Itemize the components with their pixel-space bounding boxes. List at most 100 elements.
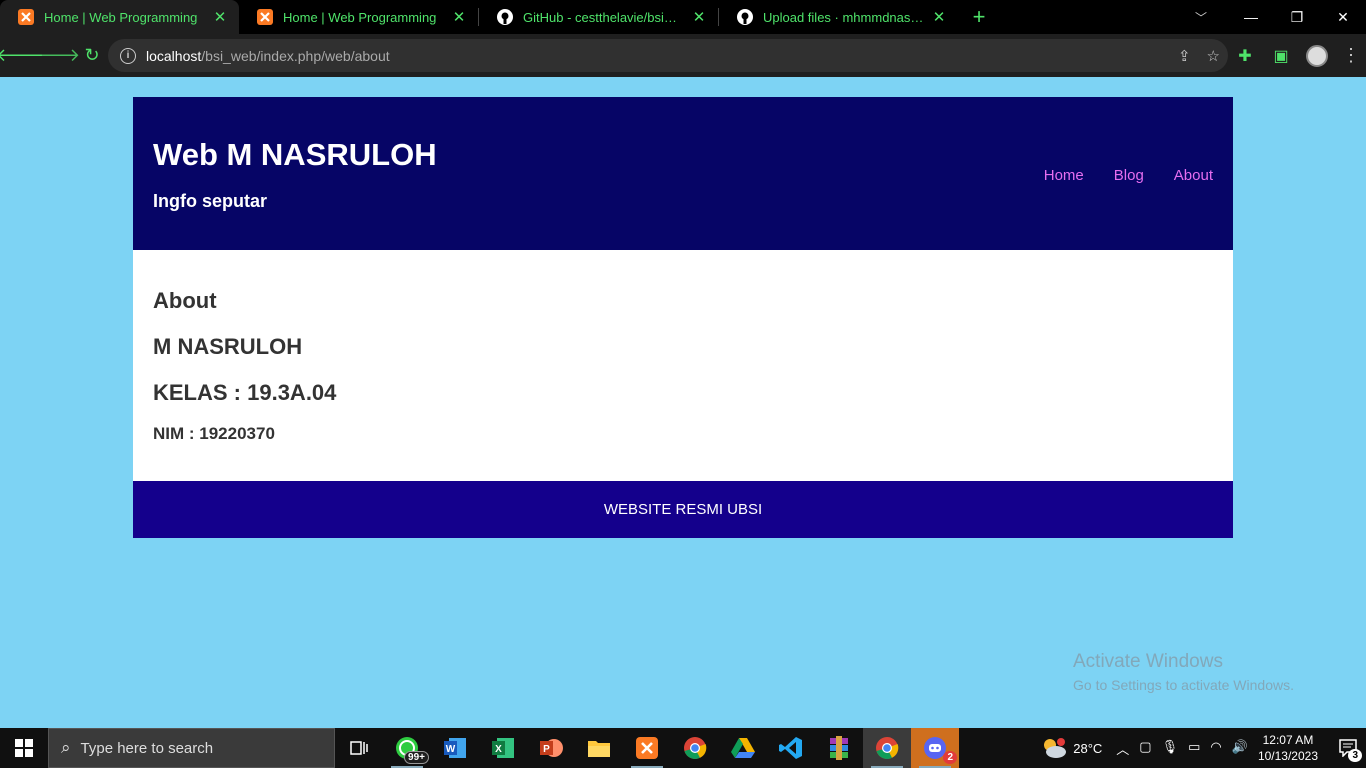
- site-nav: Home Blog About: [1044, 167, 1213, 184]
- bookmark-star-icon[interactable]: ☆: [1207, 47, 1220, 65]
- tab-github-upload[interactable]: Upload files · mhmmdnasruloh/ ✕: [719, 0, 958, 34]
- nav-link-about[interactable]: About: [1174, 167, 1213, 184]
- folder-icon: [588, 741, 610, 757]
- svg-text:W: W: [446, 744, 456, 755]
- window-controls: — ❐ ✕: [1228, 0, 1366, 34]
- url-host: localhost: [146, 47, 202, 64]
- close-window-button[interactable]: ✕: [1320, 0, 1366, 34]
- taskbar-excel[interactable]: X: [479, 728, 527, 768]
- cloudy-weather-icon: [1044, 738, 1067, 758]
- site-footer: WEBSITE RESMI UBSI: [133, 481, 1233, 538]
- page-viewport: Web M NASRULOH Ingfo seputar Home Blog A…: [0, 77, 1366, 728]
- watermark-title: Activate Windows: [1073, 651, 1223, 672]
- forward-button[interactable]: 🡒: [32, 40, 80, 72]
- watermark-subtitle: Go to Settings to activate Windows.: [1073, 677, 1294, 693]
- notification-center-button[interactable]: 3: [1330, 728, 1366, 768]
- extensions-puzzle-icon[interactable]: ✚: [1234, 45, 1256, 67]
- taskbar-file-explorer[interactable]: [575, 728, 623, 768]
- side-panel-icon[interactable]: ▣: [1270, 45, 1292, 67]
- tab-home-1[interactable]: Home | Web Programming ✕: [0, 0, 239, 34]
- wifi-icon[interactable]: ◠: [1210, 739, 1221, 758]
- chrome-icon: [876, 737, 899, 759]
- taskbar-discord[interactable]: 2: [911, 728, 959, 768]
- reload-button[interactable]: ↻: [76, 40, 108, 72]
- taskbar-xampp[interactable]: [623, 728, 671, 768]
- taskbar-chrome-profile[interactable]: [863, 728, 911, 768]
- taskbar-word[interactable]: W: [431, 728, 479, 768]
- student-nim: NIM : 19220370: [153, 424, 275, 443]
- activate-windows-watermark: Activate Windows Go to Settings to activ…: [1073, 651, 1294, 693]
- close-icon[interactable]: ✕: [930, 8, 948, 26]
- taskbar-chrome[interactable]: [671, 728, 719, 768]
- site-container: Web M NASRULOH Ingfo seputar Home Blog A…: [133, 97, 1233, 538]
- show-hidden-icons-chevron-icon[interactable]: ︿: [1116, 739, 1129, 758]
- search-placeholder: Type here to search: [80, 739, 214, 757]
- vscode-icon: [779, 737, 802, 759]
- tab-strip: Home | Web Programming ✕ Home | Web Prog…: [0, 0, 1366, 34]
- minimize-button[interactable]: —: [1228, 0, 1274, 34]
- taskbar-winrar[interactable]: [815, 728, 863, 768]
- new-tab-button[interactable]: +: [964, 0, 994, 34]
- taskbar-google-drive[interactable]: [719, 728, 767, 768]
- xampp-icon: [636, 737, 658, 759]
- restore-button[interactable]: ❐: [1274, 0, 1320, 34]
- system-tray: 28°C ︿ ▢ 🎙 ▭ ◠ 🔊 12:07 AM 10/13/2023 3: [1041, 728, 1366, 768]
- winrar-icon: [830, 736, 848, 760]
- task-view-icon: [350, 741, 368, 755]
- word-icon: W: [444, 738, 466, 758]
- search-icon: ⌕: [61, 738, 71, 757]
- browser-toolbar: 🡐 🡒 ↻ i localhost/bsi_web/index.php/web/…: [0, 34, 1366, 77]
- taskbar-vscode[interactable]: [767, 728, 815, 768]
- student-name: M NASRULOH: [153, 334, 303, 359]
- clock[interactable]: 12:07 AM 10/13/2023: [1258, 732, 1318, 764]
- share-icon[interactable]: ⇪: [1178, 47, 1191, 65]
- powerpoint-icon: P: [540, 739, 563, 757]
- taskbar-search-input[interactable]: ⌕ Type here to search: [48, 728, 335, 768]
- page-heading: About: [153, 288, 217, 313]
- windows-logo-icon: [15, 739, 33, 757]
- whatsapp-badge: 99+: [404, 751, 429, 764]
- xampp-icon: [18, 9, 34, 25]
- task-view-button[interactable]: [335, 728, 383, 768]
- profile-avatar[interactable]: [1306, 44, 1328, 67]
- taskbar-whatsapp[interactable]: 99+: [383, 728, 431, 768]
- nav-link-blog[interactable]: Blog: [1114, 167, 1144, 184]
- github-icon: [737, 9, 753, 25]
- tab-search-chevron-icon[interactable]: ﹀: [1184, 0, 1218, 34]
- close-icon[interactable]: ✕: [211, 8, 229, 26]
- close-icon[interactable]: ✕: [690, 8, 708, 26]
- svg-text:P: P: [543, 744, 550, 755]
- clock-time: 12:07 AM: [1262, 733, 1314, 747]
- chrome-icon: [684, 737, 707, 759]
- notification-count: 3: [1348, 749, 1362, 762]
- github-icon: [497, 9, 513, 25]
- nav-link-home[interactable]: Home: [1044, 167, 1084, 184]
- meet-now-icon[interactable]: ▢: [1139, 739, 1151, 758]
- site-title: Web M NASRULOH: [153, 137, 437, 172]
- tab-title: Home | Web Programming: [44, 9, 198, 25]
- start-button[interactable]: [0, 728, 48, 768]
- discord-badge: 2: [943, 751, 957, 764]
- tab-title: Home | Web Programming: [283, 9, 437, 25]
- tab-title: GitHub - cestthelavie/bsi_webpe: [523, 9, 684, 25]
- url-path: /bsi_web/index.php/web/about: [201, 47, 390, 64]
- clock-date: 10/13/2023: [1257, 749, 1318, 763]
- xampp-icon: [257, 9, 273, 25]
- close-icon[interactable]: ✕: [450, 8, 468, 26]
- taskbar: ⌕ Type here to search 99+ W X P 2 28°C ︿…: [0, 728, 1366, 768]
- student-class: KELAS : 19.3A.04: [153, 380, 337, 405]
- weather-widget[interactable]: 28°C: [1041, 737, 1102, 759]
- excel-icon: X: [492, 738, 514, 758]
- site-tagline: Ingfo seputar: [153, 191, 268, 211]
- microphone-icon[interactable]: 🎙: [1162, 739, 1179, 758]
- google-drive-icon: [731, 738, 755, 758]
- menu-kebab-icon[interactable]: ⋮: [1342, 45, 1360, 66]
- volume-icon[interactable]: 🔊: [1232, 739, 1248, 758]
- battery-icon[interactable]: ▭: [1188, 739, 1200, 758]
- address-bar[interactable]: i localhost/bsi_web/index.php/web/about …: [108, 39, 1228, 72]
- tab-home-2[interactable]: Home | Web Programming ✕: [239, 0, 478, 34]
- tab-github-repo[interactable]: GitHub - cestthelavie/bsi_webpe ✕: [479, 0, 718, 34]
- taskbar-powerpoint[interactable]: P: [527, 728, 575, 768]
- info-icon[interactable]: i: [120, 47, 136, 64]
- site-main: About M NASRULOH KELAS : 19.3A.04 NIM : …: [133, 250, 1233, 481]
